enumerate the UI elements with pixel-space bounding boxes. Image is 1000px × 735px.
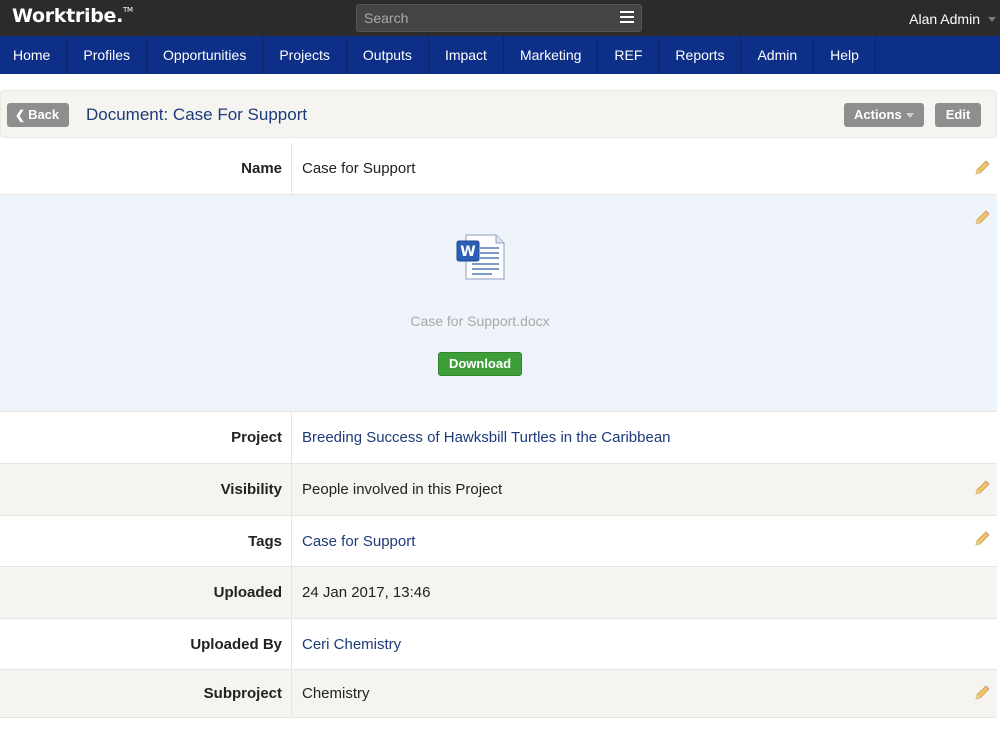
page-title: Document: Case For Support xyxy=(86,105,308,124)
main-nav: Home Profiles Opportunities Projects Out… xyxy=(0,36,1000,74)
field-row-visibility: Visibility People involved in this Proje… xyxy=(0,464,997,516)
chevron-down-icon[interactable] xyxy=(988,17,996,22)
edit-button[interactable]: Edit xyxy=(935,103,981,127)
uploader-link[interactable]: Ceri Chemistry xyxy=(302,619,401,669)
pencil-edit-icon[interactable] xyxy=(973,209,991,227)
nav-item-impact[interactable]: Impact xyxy=(429,36,504,74)
pencil-edit-icon[interactable] xyxy=(973,159,991,177)
pencil-edit-icon[interactable] xyxy=(973,684,991,702)
field-label: Uploaded By xyxy=(0,619,292,669)
field-label: Name xyxy=(0,143,292,194)
field-row-uploaded: Uploaded 24 Jan 2017, 13:46 xyxy=(0,567,997,619)
nav-item-profiles[interactable]: Profiles xyxy=(67,36,148,74)
nav-item-admin[interactable]: Admin xyxy=(741,36,815,74)
chevron-left-icon: ❮ xyxy=(15,108,26,122)
field-value-visibility: People involved in this Project xyxy=(302,481,503,498)
pencil-edit-icon[interactable] xyxy=(973,479,991,497)
nav-item-reports[interactable]: Reports xyxy=(659,36,742,74)
nav-item-marketing[interactable]: Marketing xyxy=(504,36,599,74)
search-input[interactable] xyxy=(357,5,607,31)
chevron-down-icon xyxy=(906,113,914,118)
field-label: Project xyxy=(0,412,292,463)
field-row-uploaded-by: Uploaded By Ceri Chemistry xyxy=(0,619,997,670)
svg-text:W: W xyxy=(460,244,475,260)
field-label: Uploaded xyxy=(0,567,292,618)
nav-item-projects[interactable]: Projects xyxy=(263,36,347,74)
field-row-name: Name Case for Support xyxy=(0,143,997,195)
pencil-edit-icon[interactable] xyxy=(973,530,991,548)
field-value-name: Case for Support xyxy=(302,160,416,177)
field-label: Subproject xyxy=(0,670,292,717)
field-label: Visibility xyxy=(0,464,292,515)
nav-item-ref[interactable]: REF xyxy=(598,36,660,74)
field-row-project: Project Breeding Success of Hawksbill Tu… xyxy=(0,412,997,464)
field-value-subproject: Chemistry xyxy=(302,685,370,702)
nav-item-outputs[interactable]: Outputs xyxy=(347,36,429,74)
field-value-uploaded: 24 Jan 2017, 13:46 xyxy=(302,584,431,601)
nav-item-help[interactable]: Help xyxy=(814,36,876,74)
field-row-subproject: Subproject Chemistry xyxy=(0,670,997,718)
field-row-tags: Tags Case for Support xyxy=(0,516,997,567)
actions-button[interactable]: Actions xyxy=(844,103,924,127)
top-bar: Worktribe.TM Alan Admin xyxy=(0,0,1000,36)
worktribe-logo[interactable]: Worktribe.TM xyxy=(12,5,133,27)
field-label: Tags xyxy=(0,516,292,566)
user-menu[interactable]: Alan Admin xyxy=(909,11,980,27)
back-button[interactable]: ❮ Back xyxy=(7,103,70,127)
file-name: Case for Support.docx xyxy=(410,313,550,329)
search-box[interactable] xyxy=(356,4,642,32)
word-document-icon: W xyxy=(456,234,505,280)
project-link[interactable]: Breeding Success of Hawksbill Turtles in… xyxy=(302,412,671,463)
tag-link[interactable]: Case for Support xyxy=(302,516,415,566)
hamburger-menu-icon[interactable] xyxy=(620,11,634,24)
download-button[interactable]: Download xyxy=(438,352,522,376)
page-header: ❮ Back Document: Case For Support Actions… xyxy=(0,90,997,138)
nav-item-opportunities[interactable]: Opportunities xyxy=(147,36,264,74)
nav-item-home[interactable]: Home xyxy=(0,36,68,74)
document-preview: W Case for Support.docx xyxy=(0,195,997,412)
